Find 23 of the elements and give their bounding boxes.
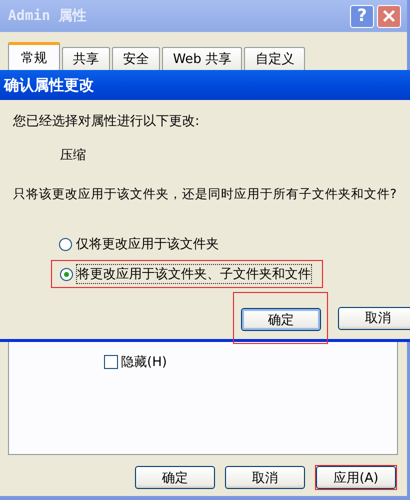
- button[interactable]: 取消: [338, 306, 410, 330]
- radio-button[interactable]: [59, 238, 72, 250]
- checkbox[interactable]: 隐藏(H): [104, 353, 167, 371]
- tab[interactable]: 自定义: [244, 47, 306, 70]
- close-icon[interactable]: [377, 4, 401, 28]
- tab[interactable]: 安全: [112, 47, 160, 70]
- intro-text: 您已经选择对属性进行以下更改:: [13, 113, 200, 130]
- button[interactable]: 应用(A): [316, 466, 396, 489]
- button[interactable]: 确定: [241, 308, 321, 331]
- button[interactable]: 取消: [225, 466, 305, 489]
- radio-label[interactable]: 仅将更改应用于该文件夹: [75, 234, 220, 254]
- window-title: Admin 属性: [8, 7, 88, 25]
- dialog-title: 确认属性更改: [0, 70, 410, 100]
- button[interactable]: 确定: [135, 466, 215, 489]
- radio-button[interactable]: [60, 268, 73, 280]
- checkbox-box[interactable]: [104, 355, 118, 369]
- tab[interactable]: 共享: [62, 47, 110, 70]
- question-text: 只将该更改应用于该文件夹，还是同时应用于所有子文件夹和文件?: [13, 186, 398, 203]
- checkbox-label: 隐藏(H): [121, 354, 167, 371]
- tab[interactable]: Web 共享: [162, 47, 242, 70]
- tab[interactable]: 常规: [8, 42, 60, 70]
- radio-label[interactable]: 将更改应用于该文件夹、子文件夹和文件: [76, 264, 312, 284]
- change-text: 压缩: [60, 147, 87, 164]
